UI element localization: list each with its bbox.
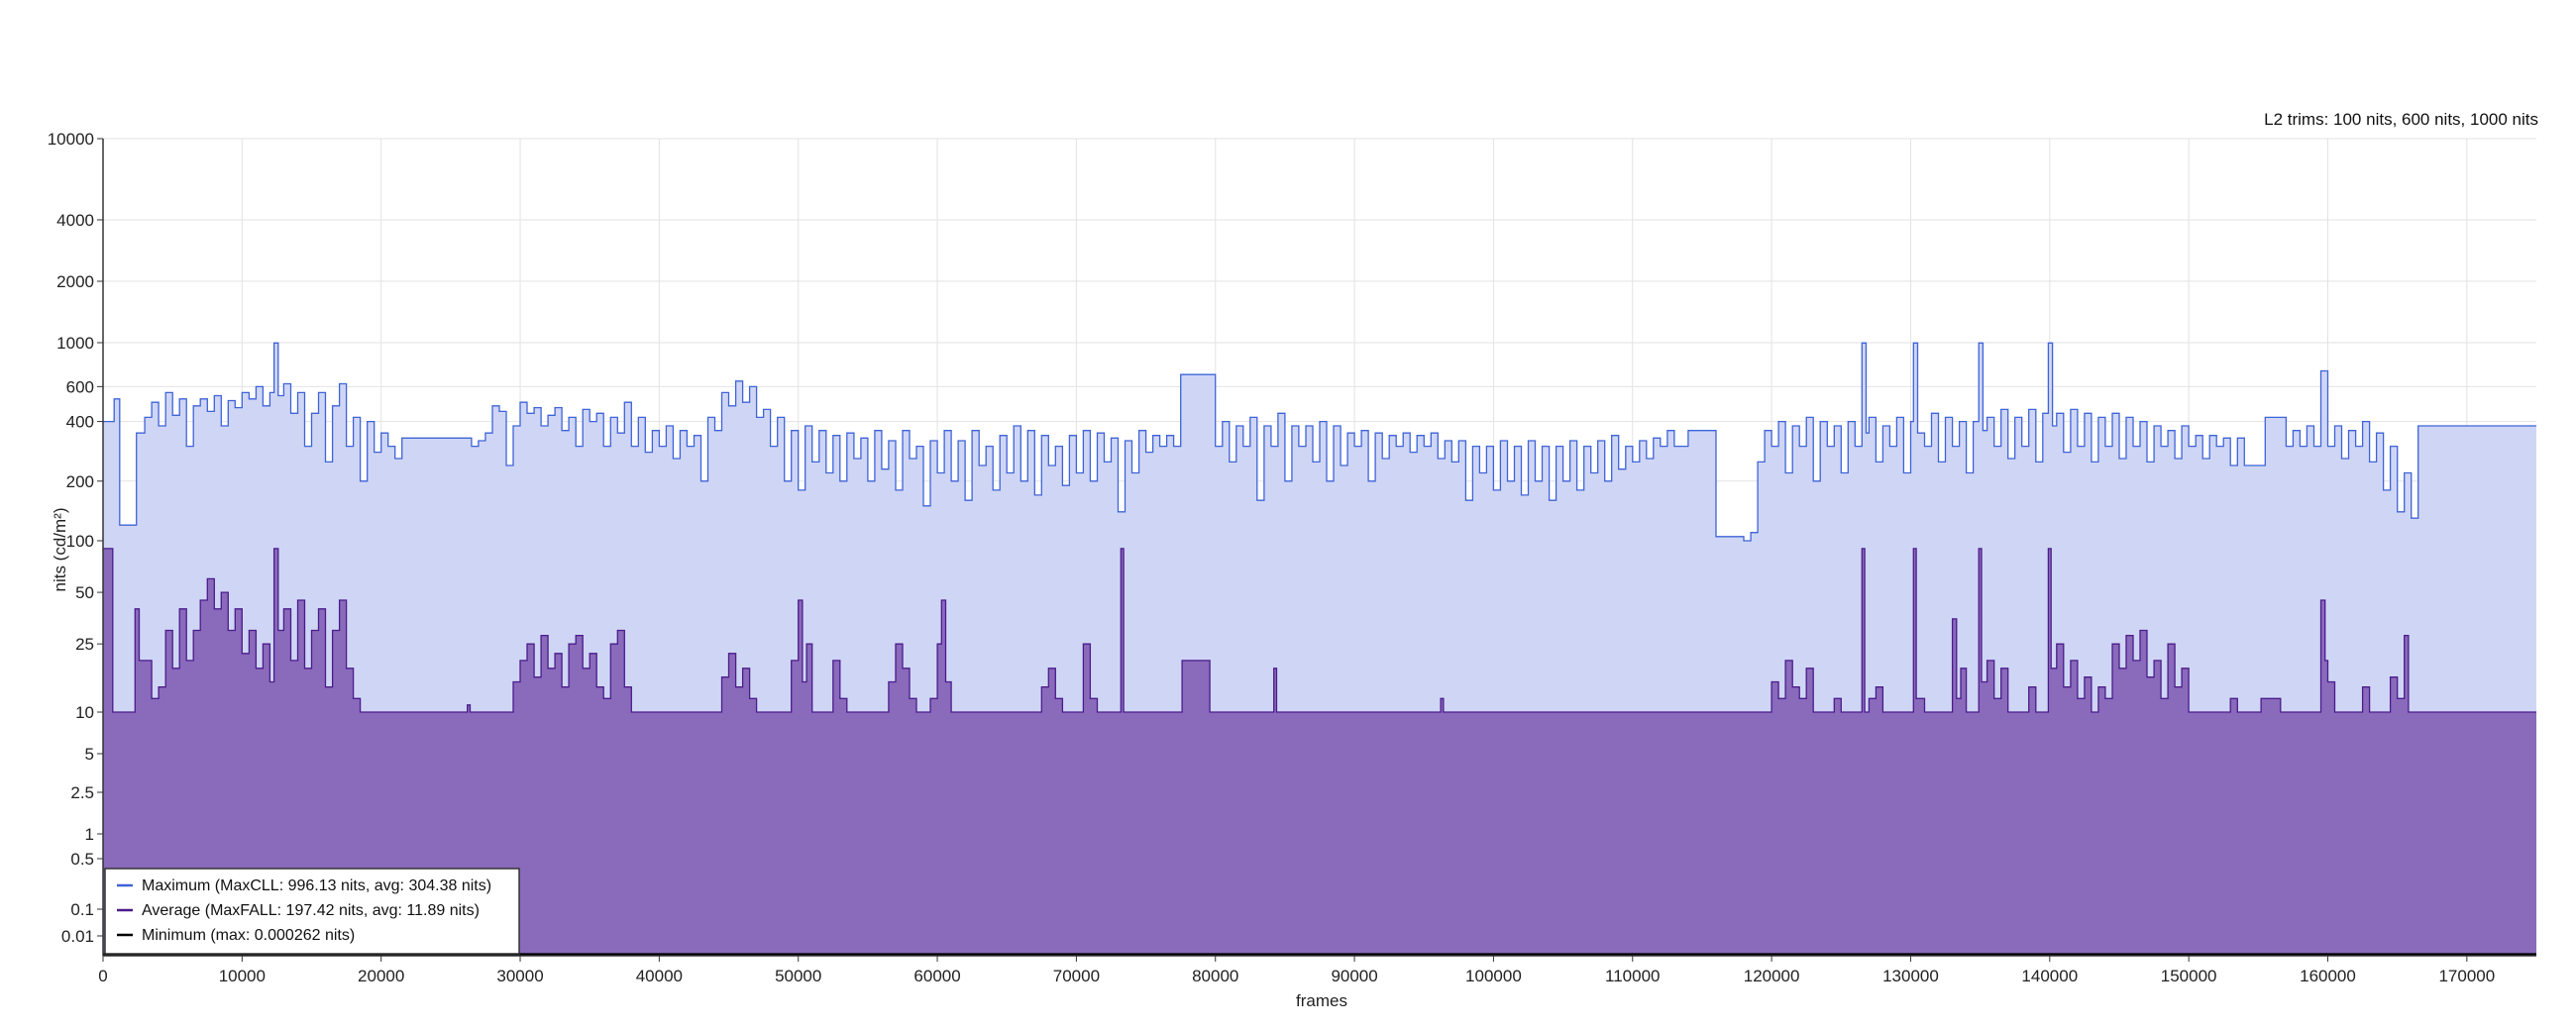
x-tick-label: 10000: [219, 967, 266, 985]
x-tick-label: 110000: [1605, 967, 1660, 985]
y-tick-label: 1: [85, 825, 94, 844]
x-tick-label: 70000: [1053, 967, 1100, 985]
x-tick-label: 80000: [1192, 967, 1238, 985]
legend-label-maximum: Maximum (MaxCLL: 996.13 nits, avg: 304.3…: [142, 877, 491, 894]
legend-label-average: Average (MaxFALL: 197.42 nits, avg: 11.8…: [142, 902, 480, 919]
y-tick-label: 5: [85, 745, 94, 764]
x-tick-label: 30000: [496, 967, 543, 985]
y-tick-label: 2.5: [70, 783, 94, 802]
l2-trims-annotation: L2 trims: 100 nits, 600 nits, 1000 nits: [2264, 110, 2538, 129]
x-tick-label: 90000: [1331, 967, 1377, 985]
y-tick-label: 100: [66, 532, 94, 551]
y-tick-label: 4000: [56, 211, 94, 230]
legend: Maximum (MaxCLL: 996.13 nits, avg: 304.3…: [104, 868, 520, 955]
y-tick-label: 0.1: [70, 900, 94, 919]
x-tick-label: 170000: [2438, 967, 2495, 985]
x-tick-label: 150000: [2161, 967, 2217, 985]
y-tick-label: 0.5: [70, 850, 94, 869]
y-tick-label: 50: [75, 583, 94, 602]
x-tick-label: 140000: [2021, 967, 2078, 985]
x-tick-label: 130000: [1882, 967, 1939, 985]
y-tick-label: 200: [66, 472, 94, 491]
y-tick-label: 1000: [56, 334, 94, 353]
legend-label-minimum: Minimum (max: 0.000262 nits): [142, 927, 355, 944]
x-axis-label: frames: [1296, 991, 1347, 1010]
y-tick-label: 600: [66, 377, 94, 396]
y-tick-label: 2000: [56, 272, 94, 291]
y-tick-label: 10: [75, 703, 94, 722]
y-tick-label: 0.01: [61, 927, 94, 946]
x-tick-label: 40000: [636, 967, 683, 985]
chart: 1000040002000100060040020010050251052.51…: [48, 110, 2538, 1010]
x-tick-label: 120000: [1744, 967, 1800, 985]
y-tick-label: 25: [75, 635, 94, 654]
x-tick-label: 50000: [775, 967, 821, 985]
series-layer: [103, 342, 2536, 956]
y-tick-label: 10000: [48, 130, 94, 149]
x-tick-label: 100000: [1465, 967, 1522, 985]
x-tick-label: 160000: [2300, 967, 2356, 985]
y-tick-label: 400: [66, 413, 94, 432]
x-tick-label: 20000: [358, 967, 404, 985]
x-tick-label: 0: [98, 967, 107, 985]
x-tick-label: 60000: [913, 967, 960, 985]
y-axis-label: nits (cd/m²): [51, 508, 69, 592]
